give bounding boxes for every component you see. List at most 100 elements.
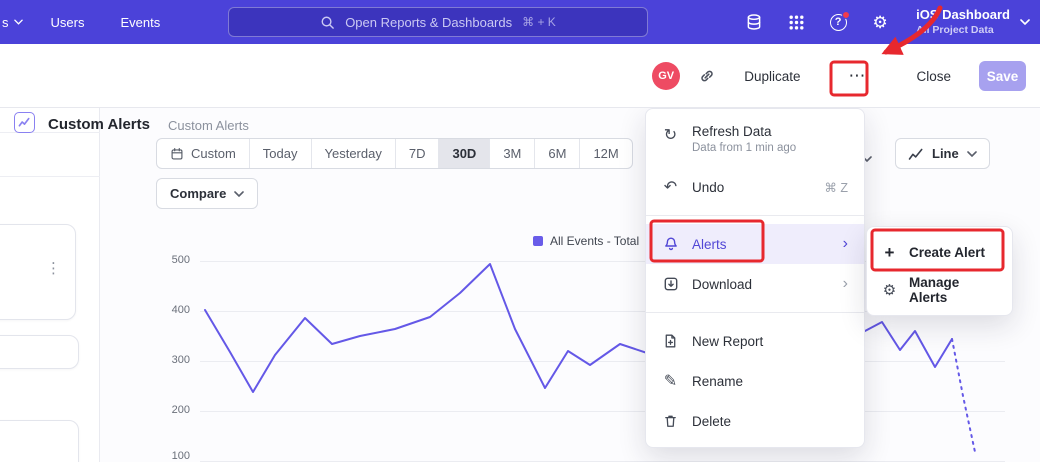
query-card[interactable]: [0, 420, 79, 462]
range-yesterday[interactable]: Yesterday: [311, 139, 395, 168]
topbar-actions: ? ⚙ iOS Dashboard All Project Data: [744, 0, 1030, 44]
notification-dot: [842, 11, 850, 19]
menu-item-alerts[interactable]: Alerts ›: [646, 224, 864, 264]
chart-type-button[interactable]: Line: [895, 138, 990, 169]
rename-label: Rename: [692, 374, 848, 389]
avatar[interactable]: GV: [652, 62, 680, 90]
bell-icon: [662, 236, 679, 252]
submenu-item-manage-alerts[interactable]: ⚙ Manage Alerts: [867, 271, 1012, 309]
new-report-icon: [662, 333, 679, 349]
undo-icon: ↶: [662, 177, 679, 197]
range-7d[interactable]: 7D: [395, 139, 439, 168]
chevron-down-icon: [14, 19, 23, 25]
query-card[interactable]: [0, 335, 79, 369]
y-tick: 200: [158, 404, 190, 416]
apps-grid-icon[interactable]: [786, 12, 806, 32]
save-button[interactable]: Save: [979, 61, 1026, 91]
nav-item-users[interactable]: Users: [33, 15, 103, 30]
refresh-icon: ↻: [662, 125, 679, 145]
menu-item-refresh-data[interactable]: ↻ Refresh Data Data from 1 min ago: [646, 115, 864, 167]
trash-icon: [662, 413, 679, 429]
calendar-icon: [170, 147, 184, 161]
project-subtitle: All Project Data: [916, 24, 1010, 37]
more-options-menu: ↻ Refresh Data Data from 1 min ago ↶ Und…: [645, 108, 865, 448]
share-link-icon[interactable]: [698, 67, 716, 85]
compare-label: Compare: [170, 186, 226, 201]
compare-button[interactable]: Compare: [156, 178, 258, 209]
data-management-icon[interactable]: [744, 12, 764, 32]
refresh-label: Refresh Data: [692, 124, 796, 139]
create-alert-label: Create Alert: [909, 245, 998, 260]
date-range-control: Custom Today Yesterday 7D 30D 3M 6M 12M: [156, 138, 633, 169]
range-today[interactable]: Today: [249, 139, 311, 168]
range-custom-label: Custom: [191, 146, 236, 161]
submenu-item-create-alert[interactable]: + Create Alert: [867, 233, 1012, 271]
gridline: [200, 361, 1005, 362]
search-placeholder: Open Reports & Dashboards: [345, 15, 512, 30]
chevron-down-icon: [967, 151, 977, 157]
report-actions: GV Duplicate ⋯ Close Save: [652, 44, 1026, 108]
divider: [0, 176, 100, 177]
project-switcher[interactable]: iOS Dashboard All Project Data: [916, 7, 1030, 36]
nav-item-boards-label: s: [2, 15, 9, 30]
chevron-right-icon: ›: [843, 236, 848, 252]
app-window: s Users Events Open Reports & Dashboards…: [0, 0, 1040, 462]
delete-label: Delete: [692, 414, 848, 429]
chevron-down-icon: [234, 191, 244, 197]
search-icon: [320, 15, 335, 30]
report-icon: [14, 112, 35, 133]
breadcrumb[interactable]: Custom Alerts: [168, 118, 249, 133]
settings-gear-icon[interactable]: ⚙: [870, 12, 890, 32]
range-custom[interactable]: Custom: [157, 139, 249, 168]
range-3m[interactable]: 3M: [489, 139, 534, 168]
chevron-down-icon: [1020, 19, 1030, 25]
alerts-submenu: + Create Alert ⚙ Manage Alerts: [866, 226, 1013, 316]
menu-item-undo[interactable]: ↶ Undo ⌘ Z: [646, 167, 864, 207]
new-report-label: New Report: [692, 334, 848, 349]
refresh-sub: Data from 1 min ago: [692, 142, 796, 154]
more-options-button[interactable]: ⋯: [842, 62, 872, 90]
download-icon: [662, 276, 679, 292]
report-header: Custom Alerts Custom Alerts GV Duplicate…: [0, 44, 1040, 108]
line-chart-icon: [908, 147, 924, 161]
page-title: Custom Alerts: [48, 116, 150, 133]
global-search-input[interactable]: Open Reports & Dashboards ⌘ + K: [228, 7, 648, 37]
gridline: [200, 411, 1005, 412]
duplicate-button[interactable]: Duplicate: [744, 69, 800, 84]
range-6m[interactable]: 6M: [534, 139, 579, 168]
menu-item-delete[interactable]: Delete: [646, 401, 864, 441]
y-tick: 400: [158, 304, 190, 316]
y-tick: 300: [158, 354, 190, 366]
search-shortcut: ⌘ + K: [522, 15, 556, 29]
chart-type-label: Line: [932, 146, 959, 161]
alerts-label: Alerts: [692, 237, 830, 252]
range-12m[interactable]: 12M: [579, 139, 631, 168]
series-swatch: [533, 236, 543, 246]
undo-label: Undo: [692, 180, 811, 195]
menu-item-rename[interactable]: ✎ Rename: [646, 361, 864, 401]
range-30d[interactable]: 30D: [438, 139, 489, 168]
gear-icon: ⚙: [881, 283, 898, 298]
menu-item-new-report[interactable]: New Report: [646, 321, 864, 361]
menu-divider: [646, 312, 864, 313]
chevron-right-icon: ›: [843, 276, 848, 292]
kebab-menu-icon[interactable]: ⋮: [46, 259, 61, 277]
menu-item-download[interactable]: Download ›: [646, 264, 864, 304]
nav-item-events[interactable]: Events: [102, 15, 178, 30]
close-button[interactable]: Close: [916, 69, 951, 84]
nav-item-boards[interactable]: s: [0, 15, 33, 30]
pencil-icon: ✎: [662, 371, 679, 391]
chart-legend[interactable]: All Events - Total: [533, 234, 639, 248]
help-icon[interactable]: ?: [828, 12, 848, 32]
series-label: All Events - Total: [550, 234, 639, 248]
plus-icon: +: [881, 244, 898, 261]
query-builder-panel: ⋮: [0, 108, 100, 462]
y-tick: 100: [158, 450, 190, 462]
query-card[interactable]: ⋮: [0, 224, 76, 320]
download-label: Download: [692, 277, 830, 292]
topbar: s Users Events Open Reports & Dashboards…: [0, 0, 1040, 44]
menu-divider: [646, 215, 864, 216]
manage-alerts-label: Manage Alerts: [909, 275, 998, 305]
project-title: iOS Dashboard: [916, 7, 1010, 23]
y-tick: 500: [158, 254, 190, 266]
